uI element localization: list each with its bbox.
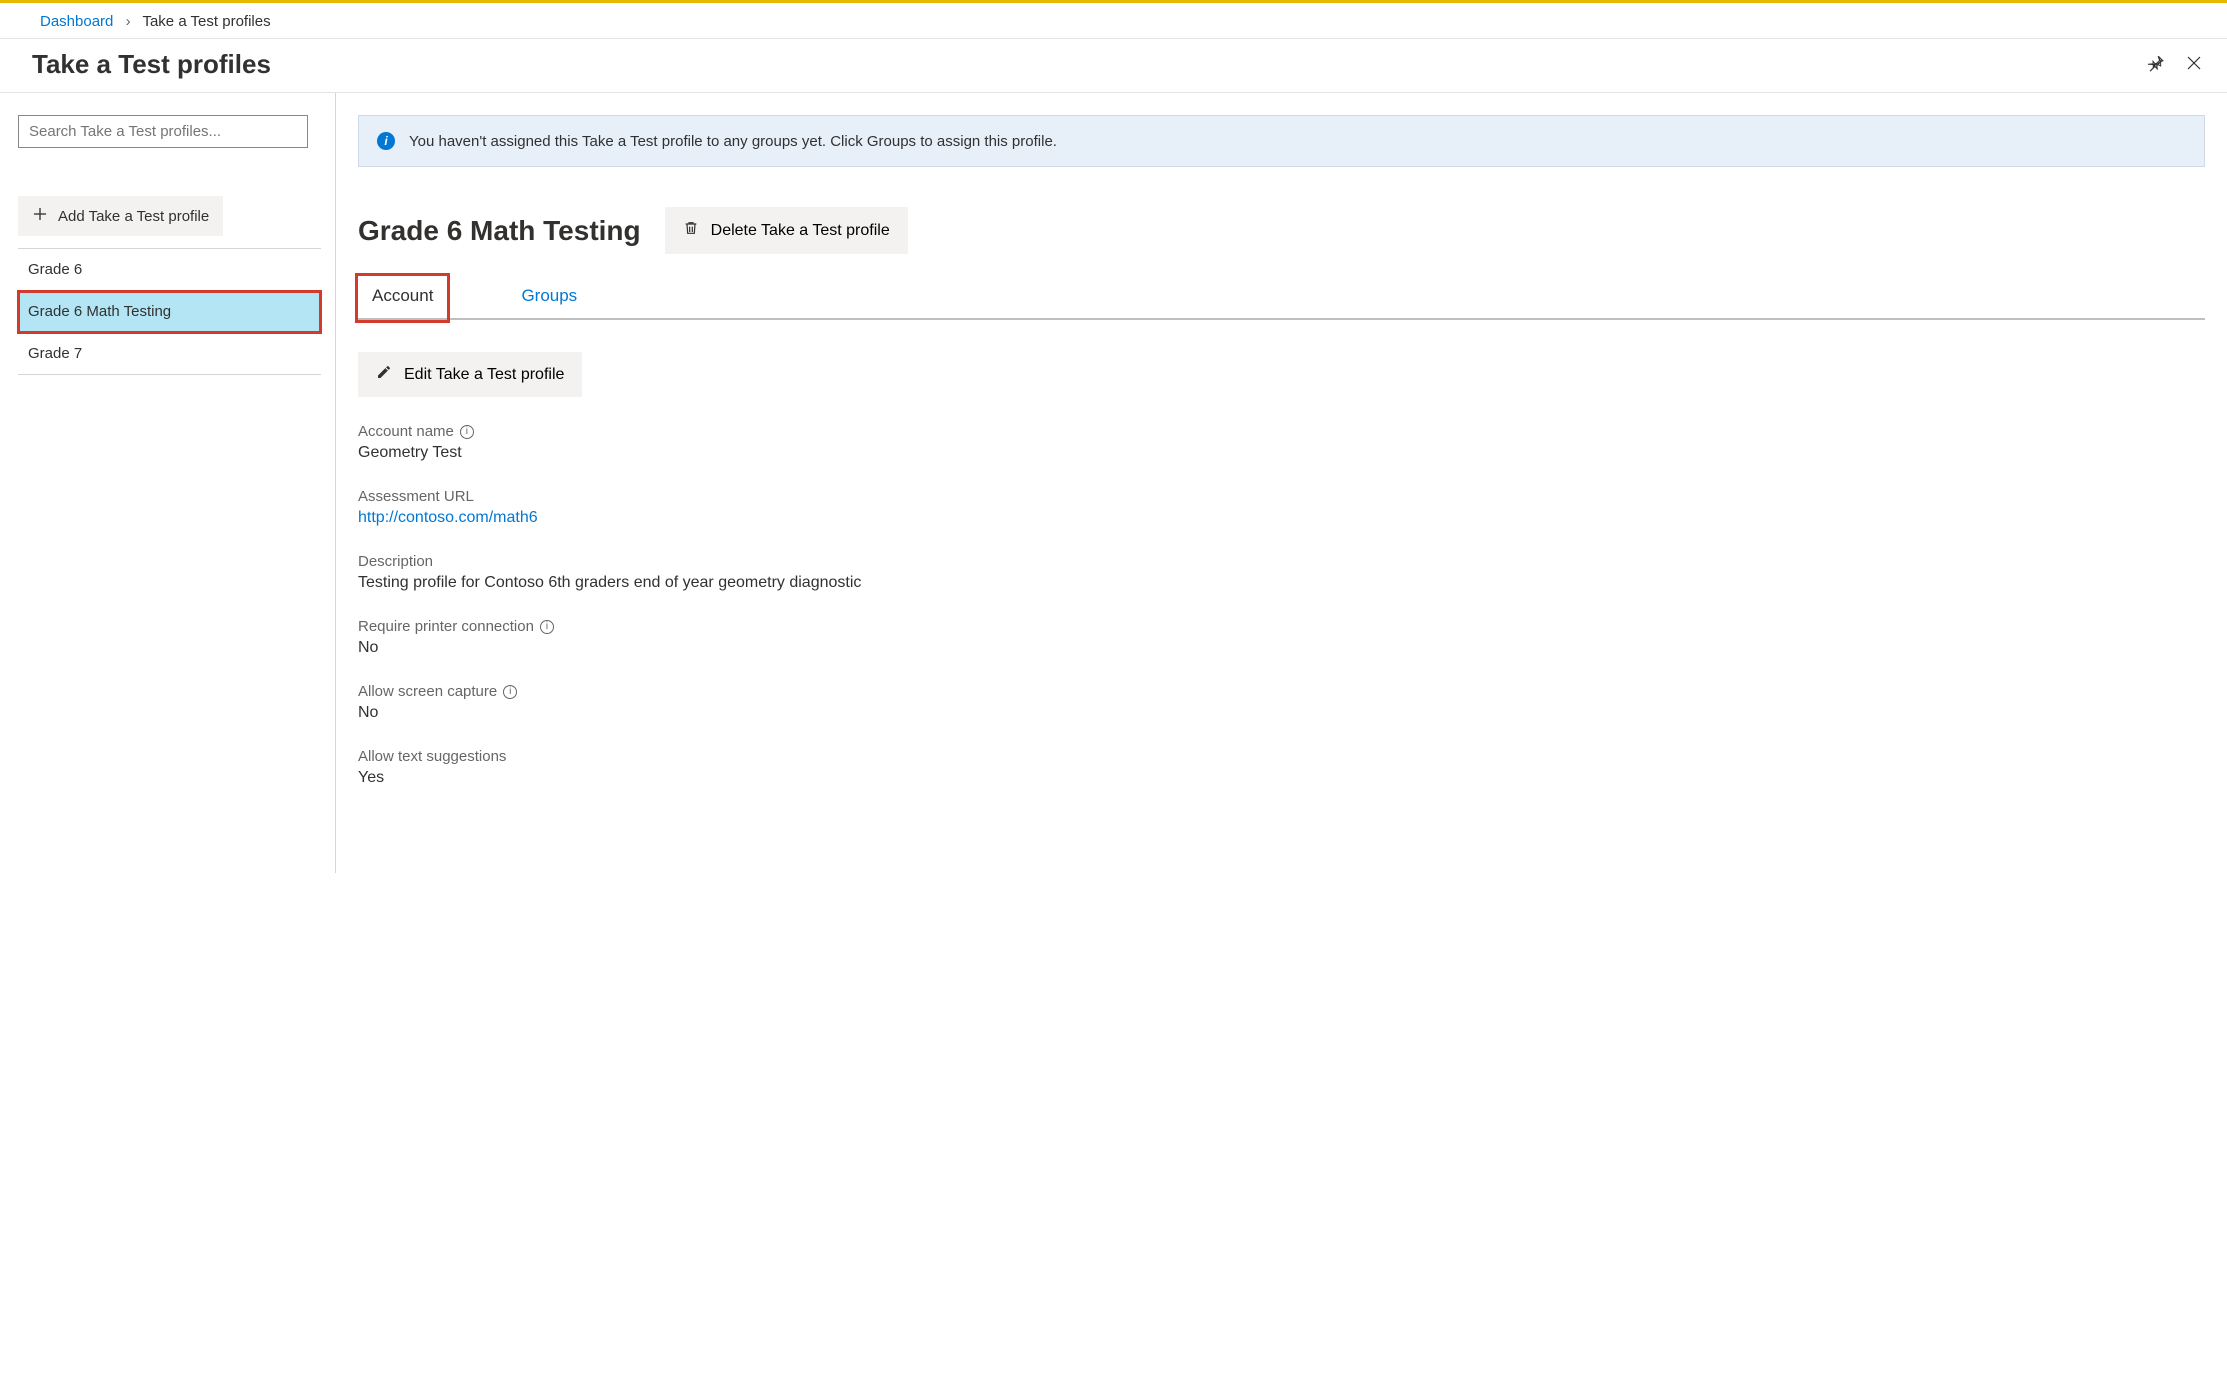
delete-profile-label: Delete Take a Test profile <box>711 222 890 240</box>
pencil-icon <box>376 364 392 385</box>
pin-icon[interactable] <box>2147 54 2165 75</box>
add-profile-label: Add Take a Test profile <box>58 208 209 225</box>
sidebar-item-grade-6-math-testing[interactable]: Grade 6 Math Testing <box>18 291 321 333</box>
printer-value: No <box>358 639 2205 657</box>
assessment-url-value[interactable]: http://contoso.com/math6 <box>358 509 2205 527</box>
info-icon[interactable]: i <box>460 425 474 439</box>
edit-profile-button[interactable]: Edit Take a Test profile <box>358 352 582 397</box>
breadcrumb: Dashboard › Take a Test profiles <box>0 3 2227 39</box>
breadcrumb-current: Take a Test profiles <box>142 13 270 30</box>
breadcrumb-dashboard-link[interactable]: Dashboard <box>40 13 113 30</box>
edit-profile-label: Edit Take a Test profile <box>404 366 564 384</box>
page-title: Take a Test profiles <box>32 49 2147 80</box>
sidebar-item-grade-7[interactable]: Grade 7 <box>18 333 321 375</box>
text-suggestions-value: Yes <box>358 769 2205 787</box>
account-name-label: Account name <box>358 423 454 440</box>
account-name-value: Geometry Test <box>358 444 2205 462</box>
screen-capture-label: Allow screen capture <box>358 683 497 700</box>
info-icon[interactable]: i <box>540 620 554 634</box>
profile-title: Grade 6 Math Testing <box>358 215 641 247</box>
add-profile-button[interactable]: Add Take a Test profile <box>18 196 223 236</box>
description-value: Testing profile for Contoso 6th graders … <box>358 574 2205 592</box>
plus-icon <box>32 206 48 226</box>
assessment-url-label: Assessment URL <box>358 488 474 505</box>
tab-groups[interactable]: Groups <box>517 276 581 318</box>
text-suggestions-label: Allow text suggestions <box>358 748 506 765</box>
trash-icon <box>683 219 699 242</box>
printer-label: Require printer connection <box>358 618 534 635</box>
close-icon[interactable] <box>2185 54 2203 75</box>
description-label: Description <box>358 553 433 570</box>
search-input[interactable] <box>18 115 308 148</box>
screen-capture-value: No <box>358 704 2205 722</box>
info-banner: i You haven't assigned this Take a Test … <box>358 115 2205 167</box>
tab-account[interactable]: Account <box>358 276 447 320</box>
breadcrumb-separator: › <box>126 13 131 30</box>
info-icon: i <box>377 132 395 150</box>
sidebar-item-grade-6[interactable]: Grade 6 <box>18 249 321 291</box>
info-icon[interactable]: i <box>503 685 517 699</box>
delete-profile-button[interactable]: Delete Take a Test profile <box>665 207 908 254</box>
info-banner-text: You haven't assigned this Take a Test pr… <box>409 133 1057 150</box>
